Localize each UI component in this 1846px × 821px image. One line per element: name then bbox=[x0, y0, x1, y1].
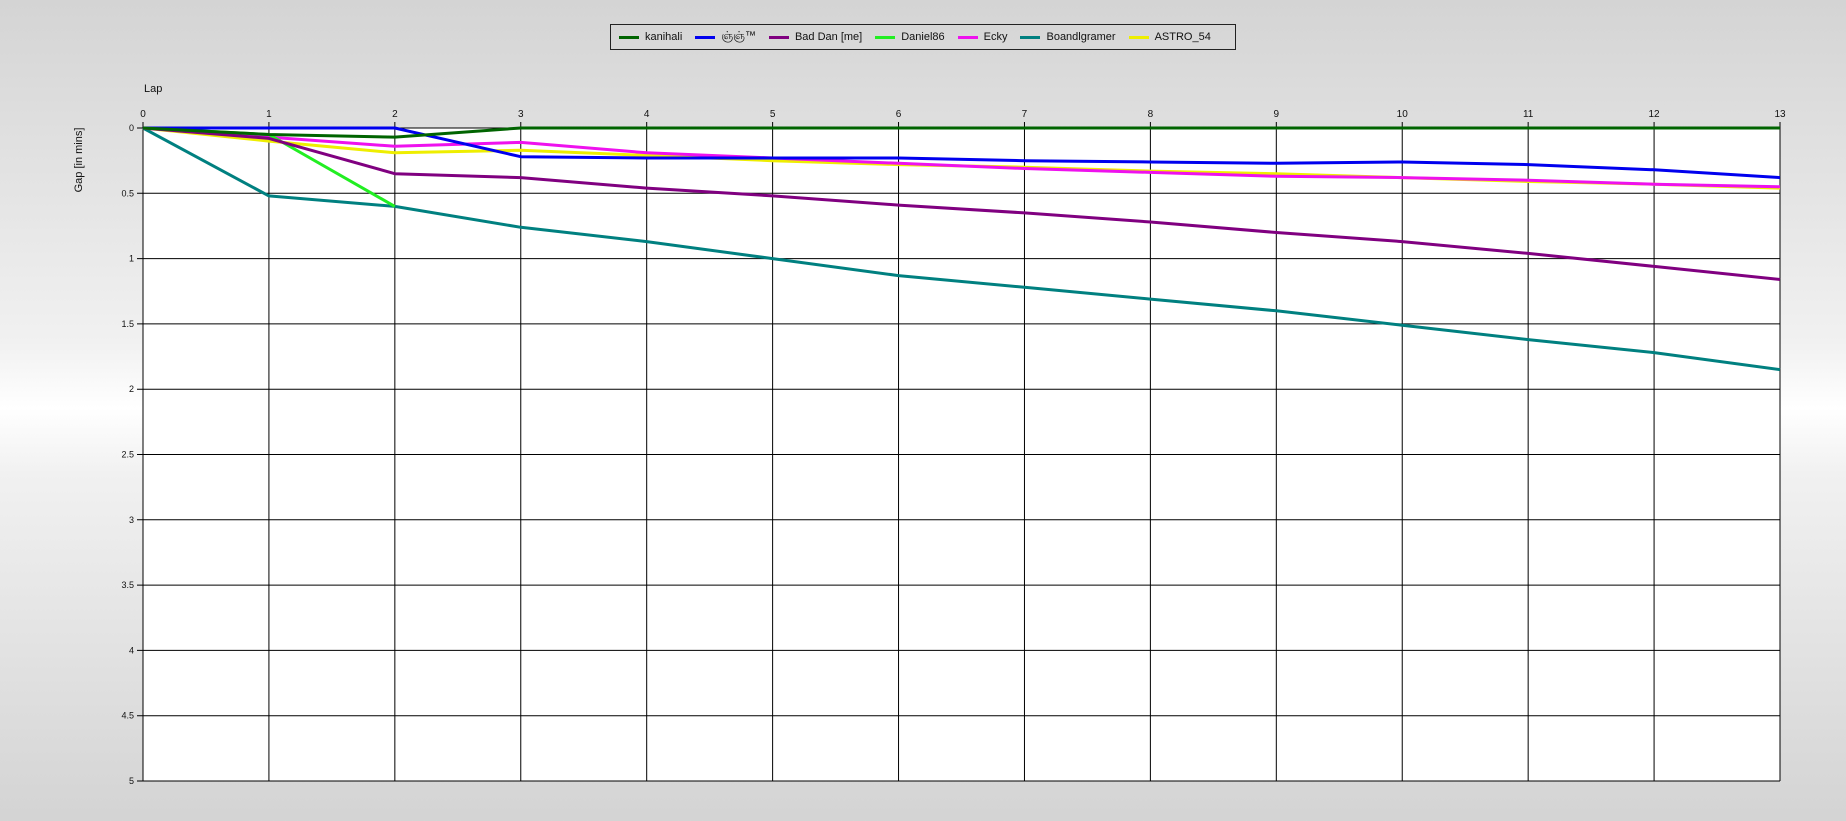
lap-gap-chart: kanihali ஞ்ஞ்™ Bad Dan [me] Daniel86 Ecky Boa… bbox=[0, 0, 1846, 816]
y-tick-label: 1.5 bbox=[121, 319, 134, 329]
x-tick-label: 10 bbox=[1397, 109, 1409, 120]
x-tick-label: 0 bbox=[140, 109, 146, 120]
legend-item: ஞ்ஞ்™ bbox=[695, 30, 756, 44]
x-tick-label: 5 bbox=[770, 109, 776, 120]
legend-item: Ecky bbox=[957, 31, 1008, 43]
x-tick-label: 7 bbox=[1022, 109, 1028, 120]
legend-item: kanihali bbox=[619, 31, 682, 43]
legend-swatch bbox=[619, 35, 639, 39]
y-tick-label: 5 bbox=[129, 776, 134, 786]
x-tick-label: 12 bbox=[1649, 109, 1661, 120]
legend-label: ஞ்ஞ்™ bbox=[721, 30, 756, 42]
legend-label: Daniel86 bbox=[901, 31, 945, 43]
legend-item: ASTRO_54 bbox=[1128, 31, 1211, 43]
plot-area: Lap Gap [in mins] 0 0.5 1 1.5 2 2.5 3 3.5 4 4.5 5 0… bbox=[73, 83, 1786, 786]
y-tick-label: 4 bbox=[129, 645, 134, 655]
y-axis-label: Gap [in mins] bbox=[73, 128, 85, 193]
legend-swatch bbox=[695, 35, 716, 39]
chart-legend: kanihali ஞ்ஞ்™ Bad Dan [me] Daniel86 Ecky Boa… bbox=[610, 24, 1236, 50]
legend-swatch bbox=[957, 35, 978, 39]
legend-item: Boandlgramer bbox=[1020, 31, 1116, 43]
legend-swatch bbox=[875, 35, 896, 39]
legend-label: Ecky bbox=[983, 31, 1008, 43]
x-tick-label: 4 bbox=[644, 109, 650, 120]
y-tick-label: 2.5 bbox=[121, 450, 134, 460]
x-tick-label: 13 bbox=[1774, 109, 1786, 120]
legend-swatch bbox=[1020, 35, 1041, 39]
legend-swatch bbox=[1128, 35, 1149, 39]
x-tick-label: 8 bbox=[1148, 109, 1154, 120]
y-tick-label: 1 bbox=[129, 254, 134, 264]
legend-swatch bbox=[768, 35, 789, 39]
legend-label: Boandlgramer bbox=[1046, 31, 1116, 43]
x-tick-label: 9 bbox=[1274, 109, 1280, 120]
legend-item: Daniel86 bbox=[875, 31, 945, 43]
legend-label: Bad Dan [me] bbox=[794, 31, 863, 43]
y-tick-label: 0 bbox=[129, 123, 134, 133]
x-tick-label: 6 bbox=[896, 109, 902, 120]
y-tick-label: 3.5 bbox=[121, 580, 134, 590]
x-tick-label: 2 bbox=[392, 109, 398, 120]
x-tick-label: 1 bbox=[266, 109, 272, 120]
legend-item: Bad Dan [me] bbox=[768, 31, 863, 43]
y-tick-label: 2 bbox=[129, 384, 134, 394]
x-tick-label: 11 bbox=[1523, 109, 1534, 120]
y-tick-label: 3 bbox=[129, 515, 134, 525]
y-tick-label: 4.5 bbox=[121, 711, 134, 721]
legend-label: ASTRO_54 bbox=[1154, 31, 1211, 43]
x-axis-label: Lap bbox=[144, 83, 162, 95]
y-tick-label: 0.5 bbox=[121, 188, 134, 198]
legend-label: kanihali bbox=[645, 31, 683, 43]
x-tick-label: 3 bbox=[518, 109, 524, 120]
